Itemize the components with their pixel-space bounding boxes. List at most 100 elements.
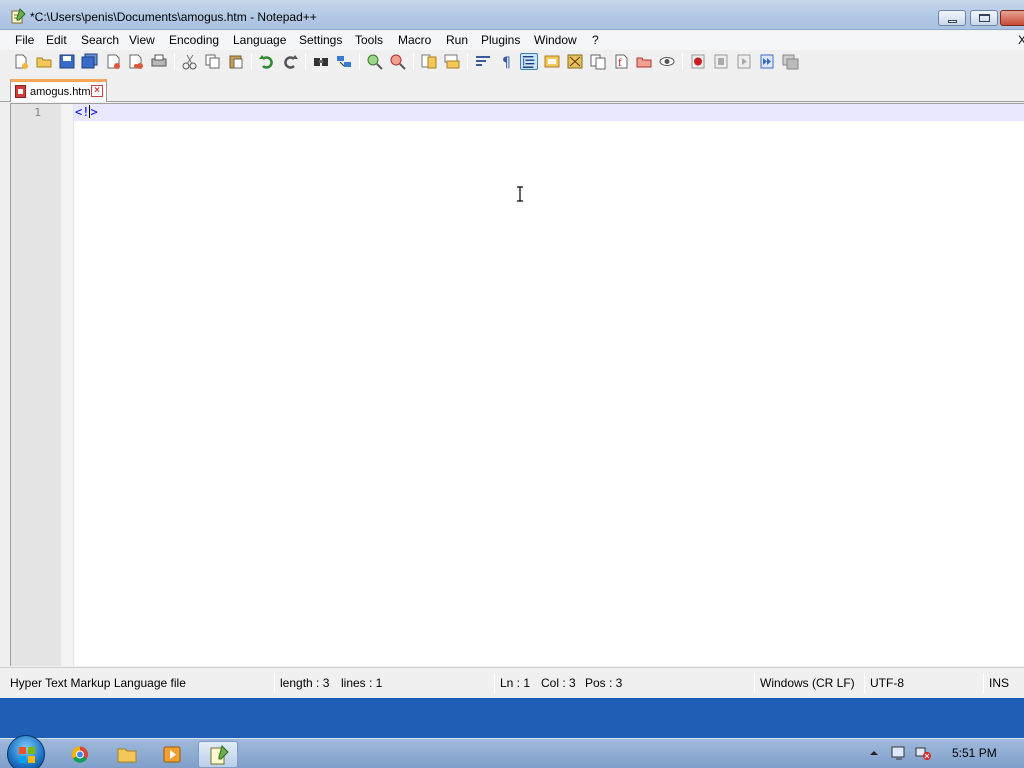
editor-area[interactable]: 1 <!> <box>10 103 1024 666</box>
notepad-app-icon <box>11 8 26 24</box>
toolbar-separator <box>359 53 360 70</box>
code-line[interactable]: <!> <box>75 105 98 119</box>
taskbar-explorer[interactable] <box>107 741 147 768</box>
folder-as-workspace-icon[interactable] <box>635 53 653 70</box>
close-all-icon[interactable] <box>127 53 145 70</box>
tab-label: amogus.htm <box>30 86 91 98</box>
network-disconnected-icon[interactable] <box>914 745 932 761</box>
word-wrap-icon[interactable] <box>474 53 492 70</box>
tab-close-icon[interactable]: × <box>91 85 103 97</box>
toolbar-separator <box>251 53 252 70</box>
save-all-icon[interactable] <box>81 53 99 70</box>
macro-record-icon[interactable] <box>689 53 707 70</box>
status-ln: Ln : 1 <box>500 676 531 690</box>
status-file-type: Hyper Text Markup Language file <box>10 676 186 690</box>
close-document-button[interactable]: X <box>1018 33 1024 47</box>
menu-macro[interactable]: Macro <box>398 33 431 47</box>
toolbar-separator <box>682 53 683 70</box>
document-map-icon[interactable] <box>566 53 584 70</box>
action-center-icon[interactable] <box>890 745 908 761</box>
unsaved-file-icon <box>15 85 26 98</box>
toolbar-separator <box>174 53 175 70</box>
taskbar-notepadpp[interactable] <box>198 741 238 768</box>
menu-run[interactable]: Run <box>446 33 468 47</box>
find-icon[interactable] <box>312 53 330 70</box>
status-col: Col : 3 <box>541 676 576 690</box>
menu-help[interactable]: ? <box>592 33 599 47</box>
sync-vertical-icon[interactable] <box>420 53 438 70</box>
status-pos: Pos : 3 <box>585 676 623 690</box>
save-icon[interactable] <box>58 53 76 70</box>
show-all-characters-icon[interactable]: ¶ <box>497 53 515 70</box>
taskbar-chrome[interactable] <box>60 741 100 768</box>
paste-icon[interactable] <box>227 53 245 70</box>
status-length: length : 3 <box>280 676 330 690</box>
taskbar: 5:51 PM <box>0 735 1024 768</box>
tab-amogus-htm[interactable]: amogus.htm × <box>10 79 107 102</box>
monitoring-eye-icon[interactable] <box>658 53 676 70</box>
title-bar[interactable]: *C:\Users\penis\Documents\amogus.htm - N… <box>0 0 1024 30</box>
zoom-out-icon[interactable] <box>389 53 407 70</box>
cut-icon[interactable] <box>181 53 199 70</box>
menu-encoding[interactable]: Encoding <box>169 33 219 47</box>
line-number-gutter: 1 <box>11 104 61 666</box>
undo-icon[interactable] <box>258 53 276 70</box>
status-bar: Hyper Text Markup Language file length :… <box>0 667 1024 697</box>
macro-stop-icon[interactable] <box>712 53 730 70</box>
replace-icon[interactable] <box>335 53 353 70</box>
print-icon[interactable] <box>150 53 168 70</box>
redo-icon[interactable] <box>281 53 299 70</box>
status-divider <box>494 673 495 693</box>
fold-margin[interactable] <box>61 104 74 666</box>
chrome-icon <box>71 746 88 763</box>
indent-guide-icon[interactable] <box>520 53 538 70</box>
macro-run-multiple-icon[interactable] <box>758 53 776 70</box>
status-insert-mode[interactable]: INS <box>989 676 1009 690</box>
status-divider <box>754 673 755 693</box>
status-lines: lines : 1 <box>341 676 383 690</box>
menu-language[interactable]: Language <box>233 33 286 47</box>
close-button[interactable] <box>1000 10 1024 26</box>
function-list-icon[interactable]: f <box>612 53 630 70</box>
status-encoding[interactable]: UTF-8 <box>870 676 904 690</box>
macro-playback-icon[interactable] <box>735 53 753 70</box>
folder-icon <box>117 748 137 763</box>
toolbar-separator <box>467 53 468 70</box>
copy-icon[interactable] <box>204 53 222 70</box>
status-eol[interactable]: Windows (CR LF) <box>760 676 855 690</box>
toolbar: ¶ f <box>0 50 1024 73</box>
document-list-icon[interactable] <box>589 53 607 70</box>
notepadpp-icon <box>210 745 229 765</box>
menu-file[interactable]: File <box>15 33 34 47</box>
menu-search[interactable]: Search <box>81 33 119 47</box>
sync-horizontal-icon[interactable] <box>443 53 461 70</box>
user-defined-language-icon[interactable] <box>543 53 561 70</box>
new-file-icon[interactable] <box>12 53 30 70</box>
macro-save-icon[interactable] <box>781 53 799 70</box>
menu-plugins[interactable]: Plugins <box>481 33 520 47</box>
minimize-button[interactable] <box>938 10 966 26</box>
menu-edit[interactable]: Edit <box>46 33 67 47</box>
maximize-button[interactable] <box>970 10 998 26</box>
menu-settings[interactable]: Settings <box>299 33 342 47</box>
zoom-in-icon[interactable] <box>366 53 384 70</box>
tab-bar: amogus.htm × <box>0 74 1024 102</box>
code-text-before-caret: <! <box>75 105 90 119</box>
menu-bar: File Edit Search View Encoding Language … <box>0 31 1024 50</box>
close-file-icon[interactable] <box>104 53 122 70</box>
menu-window[interactable]: Window <box>534 33 577 47</box>
window-title: *C:\Users\penis\Documents\amogus.htm - N… <box>30 10 317 24</box>
menu-tools[interactable]: Tools <box>355 33 383 47</box>
maximize-icon <box>979 14 990 22</box>
line-number: 1 <box>34 106 41 119</box>
tray-clock[interactable]: 5:51 PM <box>952 746 997 760</box>
taskbar-media-player[interactable] <box>152 741 192 768</box>
minimize-icon <box>948 20 957 23</box>
open-file-icon[interactable] <box>35 53 53 70</box>
menu-view[interactable]: View <box>129 33 155 47</box>
toolbar-separator <box>305 53 306 70</box>
show-hidden-icons-icon[interactable] <box>868 747 880 759</box>
ibeam-cursor-icon <box>517 186 523 202</box>
current-line-highlight <box>74 104 1024 121</box>
start-button[interactable] <box>7 735 45 768</box>
